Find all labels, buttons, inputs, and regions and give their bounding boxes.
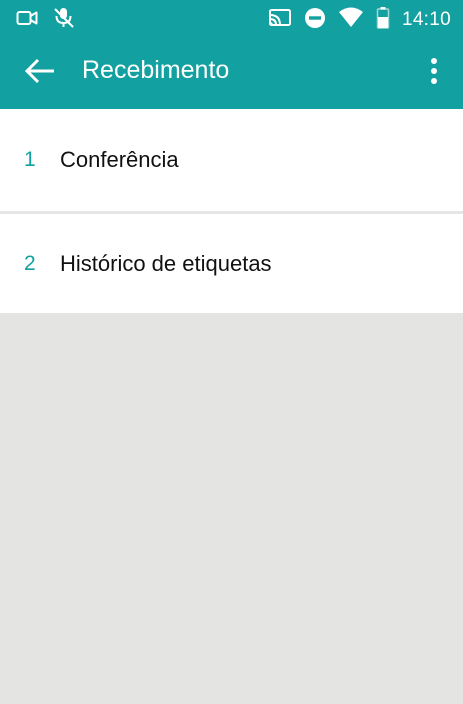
more-vertical-icon [430, 57, 438, 89]
back-button[interactable] [20, 56, 60, 90]
item-number: 2 [24, 251, 36, 275]
video-camera-icon [16, 9, 38, 31]
list-item-conferencia[interactable]: 1 Conferência [0, 109, 463, 211]
menu-list: 1 Conferência 2 Histórico de etiquetas [0, 109, 463, 313]
arrow-left-icon [24, 58, 56, 88]
clock: 14:10 [401, 9, 451, 30]
page-title: Recebimento [82, 56, 230, 84]
overflow-menu-button[interactable] [427, 56, 441, 90]
do-not-disturb-icon [304, 7, 326, 33]
list-item-historico-de-etiquetas[interactable]: 2 Histórico de etiquetas [0, 211, 463, 313]
status-bar: 14:10 [0, 0, 463, 36]
item-label: Histórico de etiquetas [60, 250, 272, 276]
status-left-icons [16, 7, 76, 33]
battery-icon [376, 6, 390, 34]
app-bar: Recebimento [0, 36, 463, 109]
item-number: 1 [24, 148, 36, 171]
cast-icon [268, 8, 292, 32]
status-right-icons: 14:10 [268, 6, 451, 34]
item-label: Conferência [60, 147, 179, 172]
wifi-icon [338, 7, 364, 33]
mic-off-icon [52, 7, 76, 33]
